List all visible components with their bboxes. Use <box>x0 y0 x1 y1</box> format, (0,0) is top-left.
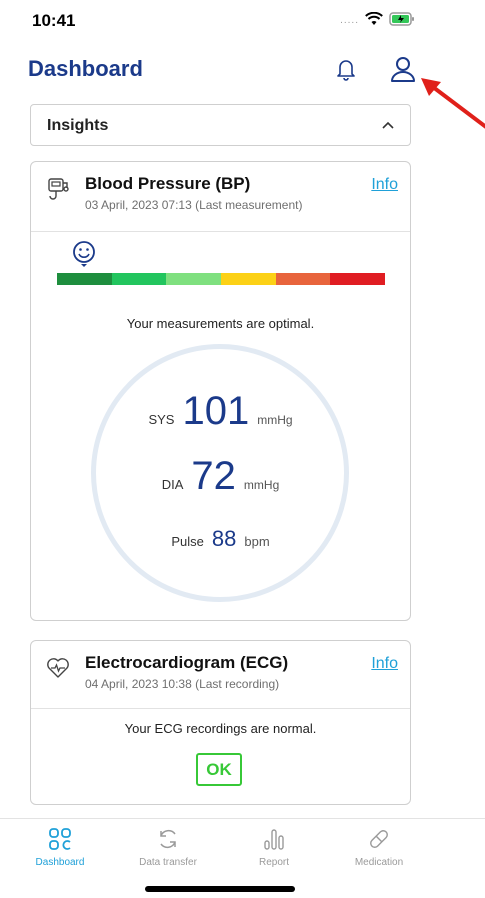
pulse-unit: bpm <box>244 534 270 549</box>
tab-medication[interactable]: Medication <box>334 827 424 868</box>
status-time: 10:41 <box>32 11 76 30</box>
tab-report[interactable]: Report <box>229 827 319 868</box>
scale-segment <box>221 273 276 285</box>
dia-unit: mmHg <box>243 478 280 492</box>
heart-pulse-icon <box>47 658 69 678</box>
sys-reading: SYS 101 mmHg <box>31 389 410 434</box>
ecg-card: Electrocardiogram (ECG) 04 April, 2023 1… <box>30 640 411 805</box>
ecg-card-header: Electrocardiogram (ECG) 04 April, 2023 1… <box>31 641 410 709</box>
smiley-icon <box>73 241 95 267</box>
signal-icon: ..... <box>340 15 359 26</box>
header: Dashboard <box>0 50 485 90</box>
pill-icon <box>370 830 388 848</box>
tab-medication-label: Medication <box>354 857 404 868</box>
bp-status-text: Your measurements are optimal. <box>126 316 315 331</box>
dia-value: 72 <box>191 454 236 498</box>
scale-segment <box>330 273 386 285</box>
ecg-status-text: Your ECG recordings are normal. <box>124 721 317 736</box>
dashboard-grid-icon <box>49 828 71 850</box>
home-indicator <box>145 886 295 892</box>
scale-segment <box>275 273 331 285</box>
ecg-card-title: Electrocardiogram (ECG) <box>85 653 289 672</box>
sys-unit: mmHg <box>257 413 293 427</box>
notifications-button[interactable] <box>333 56 359 82</box>
tab-data-transfer-label: Data transfer <box>139 857 197 868</box>
bell-icon <box>337 60 355 81</box>
tab-bar: Dashboard Data transfer Report Medicatio… <box>0 818 485 878</box>
sync-icon <box>160 830 176 848</box>
sys-value: 101 <box>182 389 250 433</box>
profile-button[interactable] <box>388 54 418 84</box>
status-icons: ..... <box>340 11 415 26</box>
status-bar: 10:41 ..... <box>0 0 485 40</box>
tab-data-transfer[interactable]: Data transfer <box>123 827 213 868</box>
bp-info-link[interactable]: Info <box>371 176 398 194</box>
scale-segment <box>166 273 222 285</box>
tab-report-label: Report <box>258 857 289 868</box>
ecg-last-recording: 04 April, 2023 10:38 (Last recording) <box>85 677 280 691</box>
chevron-up-icon <box>382 121 394 129</box>
bp-scale-bar <box>57 273 386 285</box>
pulse-reading: Pulse 88 bpm <box>31 526 410 552</box>
wifi-icon <box>365 11 383 25</box>
ecg-info-link[interactable]: Info <box>371 655 398 673</box>
page-title: Dashboard <box>28 56 143 81</box>
user-icon <box>391 57 415 82</box>
pulse-label: Pulse <box>171 534 204 549</box>
bp-last-measurement: 03 April, 2023 07:13 (Last measurement) <box>85 198 303 212</box>
bp-card: Blood Pressure (BP) 03 April, 2023 07:13… <box>30 161 411 621</box>
pulse-value: 88 <box>211 526 237 551</box>
insights-label: Insights <box>47 117 109 134</box>
report-bars-icon <box>264 829 284 850</box>
ecg-ok-badge: OK <box>196 753 242 786</box>
bp-monitor-icon <box>48 178 69 200</box>
dia-reading: DIA 72 mmHg <box>31 454 410 499</box>
bp-card-header: Blood Pressure (BP) 03 April, 2023 07:13… <box>31 162 410 232</box>
tab-dashboard[interactable]: Dashboard <box>15 827 105 868</box>
insights-dropdown[interactable]: Insights <box>30 104 411 146</box>
bp-card-title: Blood Pressure (BP) <box>85 174 251 193</box>
sys-label: SYS <box>148 412 175 427</box>
scale-segment <box>57 273 112 285</box>
battery-icon <box>389 11 414 26</box>
scale-segment <box>111 273 167 285</box>
annotation-arrow-icon <box>421 78 485 129</box>
tab-dashboard-label: Dashboard <box>35 857 85 868</box>
dia-label: DIA <box>161 477 184 492</box>
